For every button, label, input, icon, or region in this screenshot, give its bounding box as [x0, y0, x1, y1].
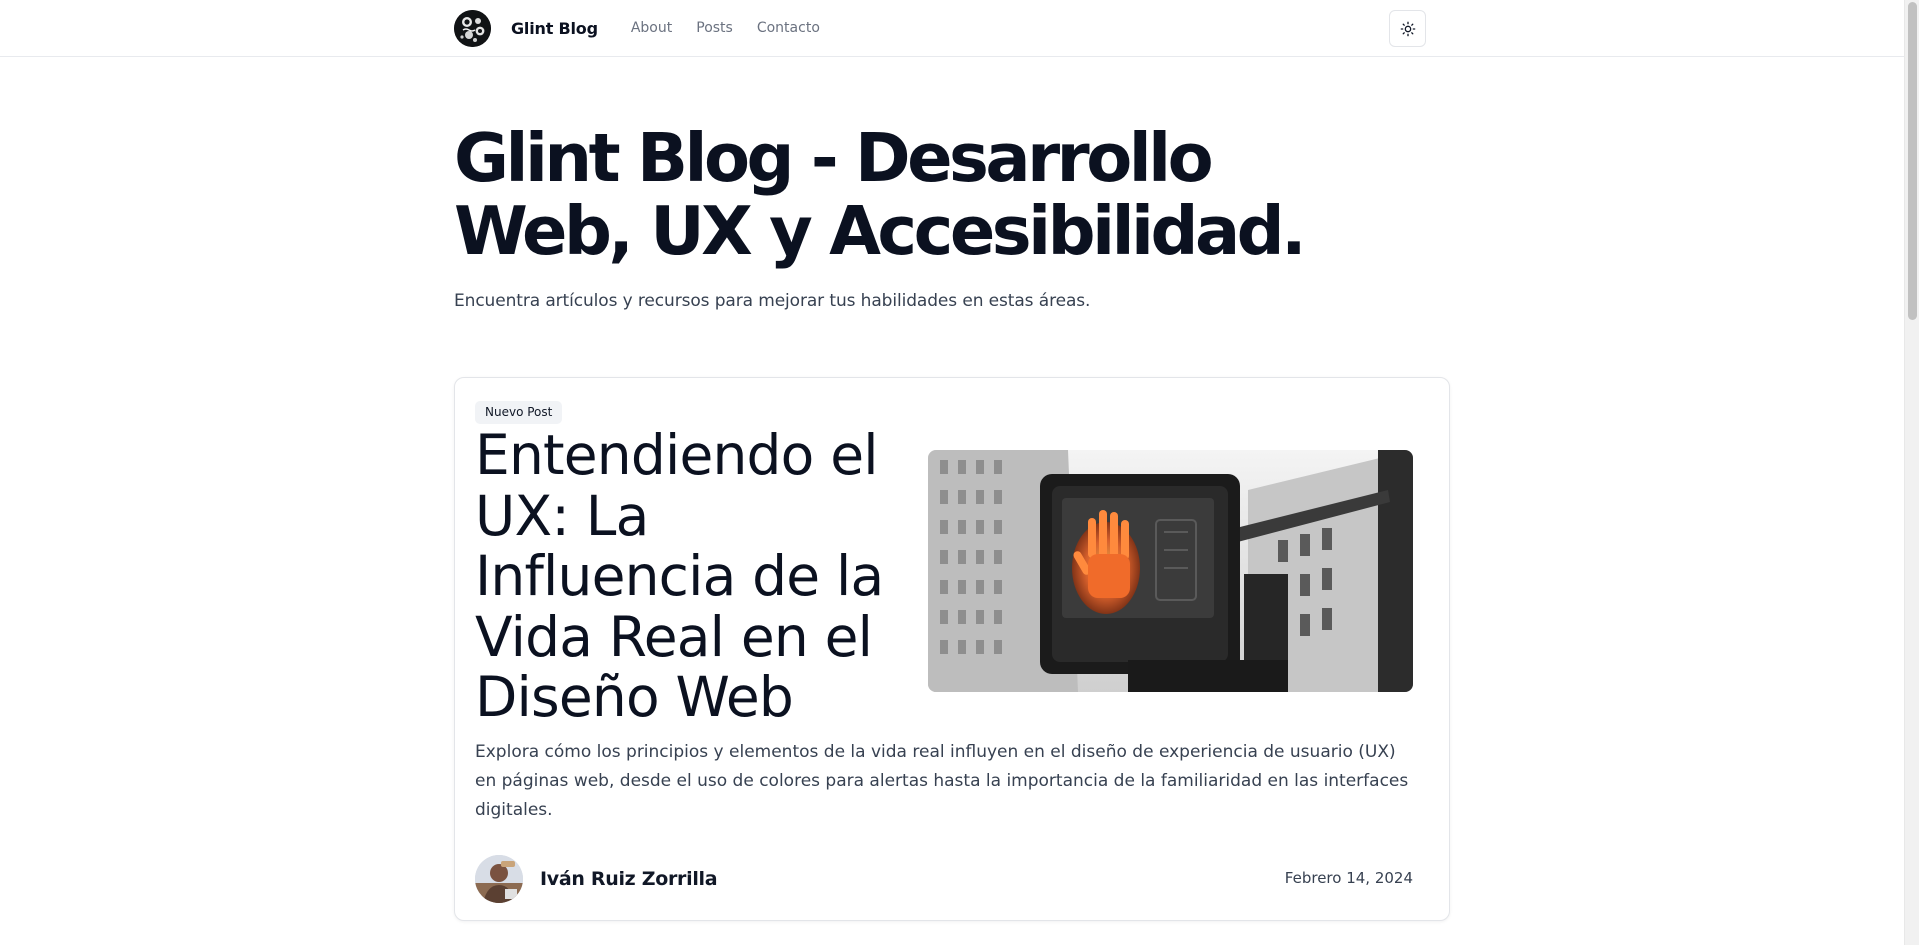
page-scrollbar[interactable]	[1904, 0, 1919, 945]
scrollbar-thumb[interactable]	[1908, 2, 1917, 320]
author-name[interactable]: Iván Ruiz Zorrilla	[540, 868, 718, 890]
hero-title-line-1: Glint Blog - Desarrollo	[454, 119, 1214, 197]
post-excerpt: Explora cómo los principios y elementos …	[475, 742, 1409, 820]
header-inner: Glint Blog About Posts Contacto	[454, 0, 1438, 56]
author-info: Iván Ruiz Zorrilla	[475, 855, 718, 903]
nav-link-posts[interactable]: Posts	[696, 20, 733, 36]
hero-subtitle: Encuentra artículos y recursos para mejo…	[454, 291, 1091, 311]
pedestrian-signal-photo	[928, 450, 1413, 692]
author-photo	[475, 855, 523, 903]
hero-section: Glint Blog - Desarrollo Web, UX y Accesi…	[454, 122, 1354, 312]
logo-emblem-icon	[454, 9, 491, 47]
hero-title: Glint Blog - Desarrollo Web, UX y Accesi…	[454, 122, 1354, 268]
brand-link[interactable]: Glint Blog	[511, 19, 598, 38]
page: Glint Blog About Posts Contacto Glint Bl…	[0, 0, 1919, 945]
author-avatar	[475, 855, 523, 903]
post-date: Febrero 14, 2024	[1284, 869, 1413, 887]
featured-post-card[interactable]: Nuevo Post Entendiendo el UX: La Influen…	[454, 377, 1450, 921]
main-nav: About Posts Contacto	[631, 20, 844, 36]
new-post-badge: Nuevo Post	[475, 401, 563, 424]
theme-toggle-button[interactable]	[1389, 10, 1426, 47]
post-title[interactable]: Entendiendo el UX: La Influencia de la V…	[475, 425, 915, 728]
site-header: Glint Blog About Posts Contacto	[0, 0, 1904, 57]
post-cover-image[interactable]	[928, 450, 1413, 692]
hero-title-line-2: Web, UX y Accesibilidad.	[454, 192, 1307, 270]
site-logo[interactable]	[454, 9, 491, 47]
sun-icon	[1400, 21, 1415, 36]
nav-link-contacto[interactable]: Contacto	[757, 20, 820, 36]
nav-link-about[interactable]: About	[631, 20, 672, 36]
